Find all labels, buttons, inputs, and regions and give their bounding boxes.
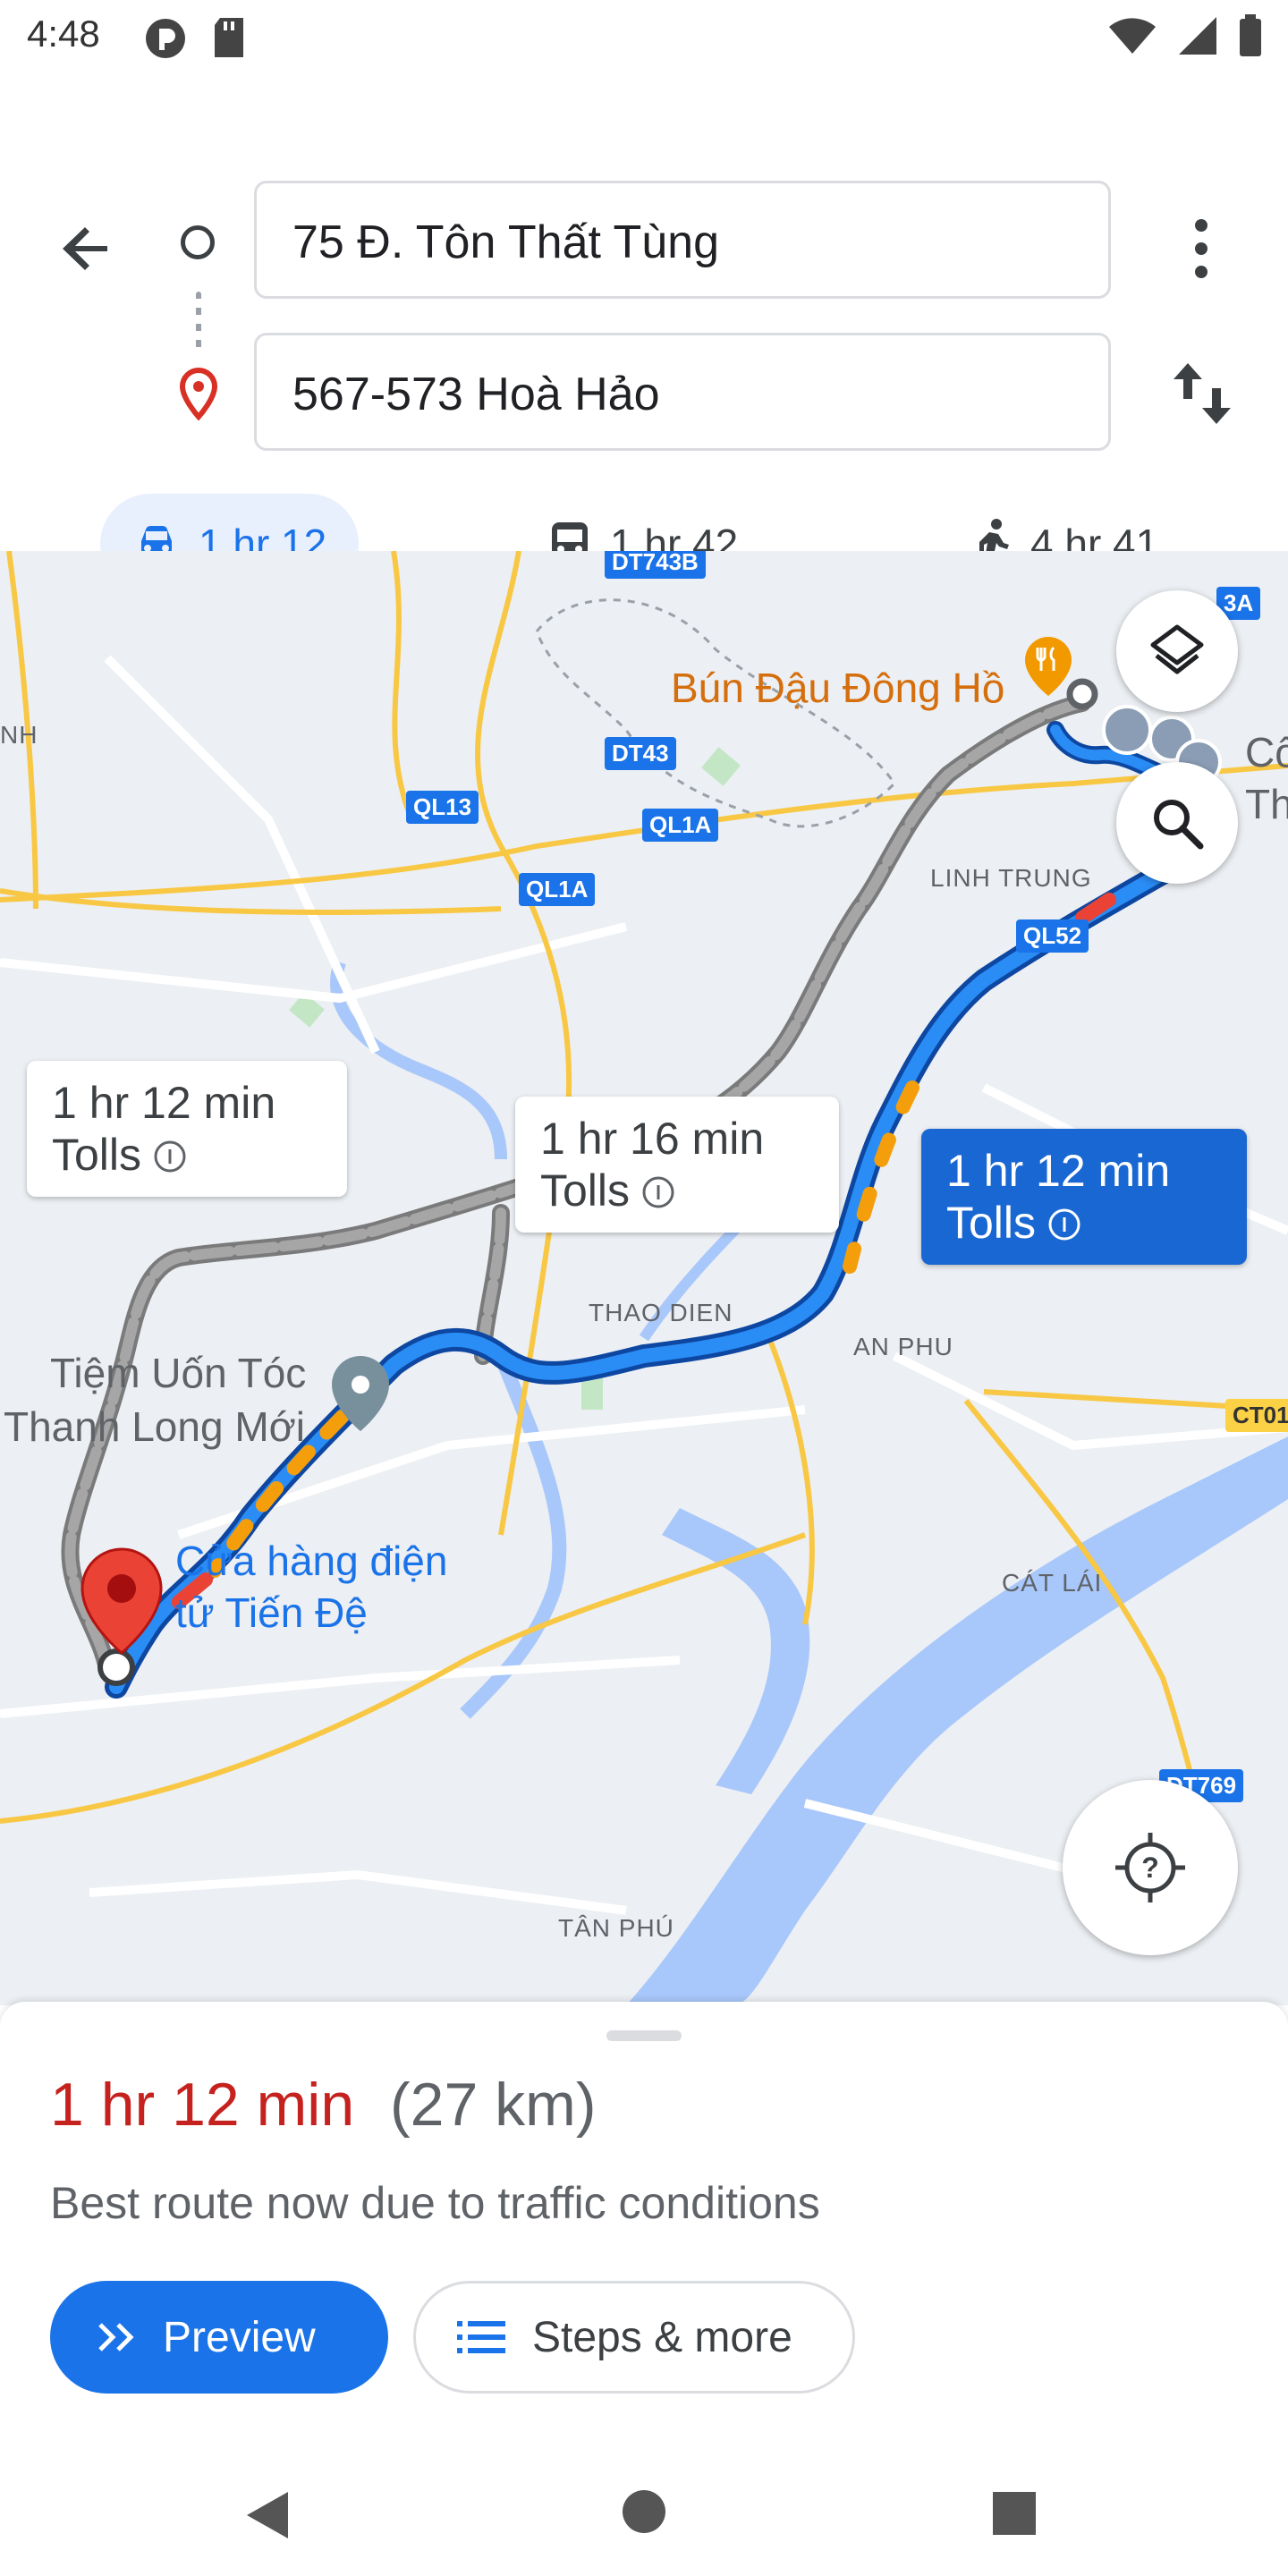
- route-note: Best route now due to traffic conditions: [50, 2178, 820, 2228]
- area-label-an-phu: AN PHU: [853, 1333, 953, 1360]
- origin-input-text: 75 Đ. Tôn Thất Tùng: [292, 216, 719, 268]
- wifi-icon: [1109, 18, 1156, 54]
- route-summary-sheet[interactable]: 1 hr 12 min (27 km) Best route now due t…: [0, 2002, 1288, 2503]
- destination-input-text: 567-573 Hoà Hảo: [292, 369, 660, 420]
- road-shield-dt743b: DT743B: [605, 551, 706, 579]
- status-time: 4:48: [27, 13, 100, 55]
- location-unknown-icon: ?: [1115, 1833, 1185, 1902]
- area-label-edge: NH: [0, 721, 38, 749]
- area-label-thao-dien: THAO DIEN: [589, 1299, 733, 1326]
- swap-directions-icon[interactable]: [1168, 358, 1236, 429]
- poi-label-salon-line1: Tiệm Uốn Tóc: [50, 1350, 307, 1396]
- search-icon: [1154, 800, 1204, 850]
- destination-map-pin-icon[interactable]: [79, 1546, 165, 1657]
- list-icon: [457, 2321, 505, 2353]
- area-label-cat-lai: CÁT LÁI: [1002, 1569, 1103, 1597]
- route-callout-selected-time: 1 hr 12 min: [946, 1146, 1171, 1196]
- route-callout-alt-1-tolls: Tolls: [52, 1130, 142, 1180]
- svg-text:?: ?: [1141, 1852, 1159, 1884]
- battery-icon: [1240, 14, 1261, 56]
- salon-pin-icon[interactable]: [329, 1354, 392, 1433]
- origin-input[interactable]: 75 Đ. Tôn Thất Tùng: [254, 181, 1111, 299]
- nav-recents-icon[interactable]: [991, 2490, 1038, 2537]
- back-arrow-icon[interactable]: [52, 213, 123, 284]
- road-shield-ql1a: QL1A: [642, 809, 719, 842]
- river-branch: [662, 1508, 810, 1794]
- poi-label-edge-line1: Cô: [1245, 729, 1288, 775]
- steps-more-button[interactable]: Steps & more: [413, 2281, 855, 2394]
- my-location-button[interactable]: ?: [1063, 1780, 1238, 1955]
- origin-marker-icon: [181, 225, 215, 259]
- restaurant-pin-icon[interactable]: [1023, 635, 1073, 698]
- route-callout-alt-2-time: 1 hr 16 min: [540, 1114, 765, 1164]
- poi-label-shop-line1: Cửa hàng điện: [175, 1538, 448, 1584]
- map-origin-circle: [1066, 678, 1098, 710]
- poi-label-shop-line2: tử Tiến Đệ: [175, 1589, 368, 1636]
- route-callout-alt-2-tolls: Tolls: [540, 1165, 631, 1216]
- route-callout-selected-tolls: Tolls: [946, 1198, 1037, 1248]
- steps-more-label: Steps & more: [532, 2313, 792, 2361]
- nav-back-icon[interactable]: [242, 2488, 295, 2542]
- layers-icon: [1150, 624, 1204, 674]
- notification-app-icon: [146, 19, 185, 58]
- destination-pin-icon: [179, 367, 218, 420]
- toll-info-icon: [642, 1176, 674, 1208]
- route-duration: 1 hr 12 min: [50, 2071, 355, 2139]
- sheet-drag-handle[interactable]: [606, 2030, 682, 2041]
- road-shield-ct01: CT01: [1225, 1399, 1288, 1432]
- poi-label-salon-line2: Thanh Long Mới: [4, 1403, 306, 1450]
- double-chevron-icon: [98, 2323, 134, 2351]
- road-shield-ql1a-2: QL1A: [519, 873, 596, 906]
- poi-label-restaurant[interactable]: Bún Đậu Đông Hồ: [671, 662, 1004, 714]
- poi-label-salon-2[interactable]: Thanh Long Mới: [4, 1401, 305, 1453]
- poi-label-salon[interactable]: Tiệm Uốn Tóc: [50, 1347, 306, 1399]
- preview-button[interactable]: Preview: [50, 2281, 388, 2394]
- route-callout-selected[interactable]: 1 hr 12 min Tolls: [921, 1129, 1247, 1265]
- area-label-tan-phu: TÂN PHÚ: [558, 1914, 674, 1942]
- sd-card-icon: [215, 18, 243, 57]
- canal-2: [460, 1353, 567, 1719]
- poi-label-edge: Cô Th: [1245, 726, 1288, 830]
- status-bar: 4:48: [0, 0, 1288, 80]
- search-along-route-button[interactable]: [1116, 762, 1238, 884]
- more-options-icon[interactable]: [1172, 211, 1231, 286]
- nav-home-icon[interactable]: [621, 2488, 667, 2535]
- route-connector: [196, 292, 201, 352]
- route-distance: (27 km): [390, 2071, 597, 2139]
- destination-input[interactable]: 567-573 Hoà Hảo: [254, 333, 1111, 451]
- route-callout-alt-1[interactable]: 1 hr 12 min Tolls: [27, 1061, 347, 1197]
- road-shield-dt43: DT43: [605, 737, 676, 770]
- android-nav-bar: [0, 2487, 1288, 2576]
- map-view[interactable]: DT743B DT43 QL13 QL1A QL1A QL52 CT01 ĐT7…: [0, 551, 1288, 2005]
- route-callout-alt-1-time: 1 hr 12 min: [52, 1078, 276, 1128]
- preview-button-label: Preview: [163, 2313, 316, 2361]
- area-label-linh-trung: LINH TRUNG: [930, 864, 1092, 892]
- road-shield-ql52: QL52: [1016, 919, 1089, 953]
- layers-button[interactable]: [1116, 590, 1238, 712]
- poi-label-edge-line2: Th: [1245, 781, 1288, 827]
- poi-label-shop[interactable]: Cửa hàng điện tử Tiến Đệ: [175, 1535, 447, 1639]
- road-shield-ql13: QL13: [406, 791, 479, 824]
- toll-info-icon: [154, 1140, 186, 1173]
- cellular-signal-icon: [1179, 17, 1216, 55]
- directions-header: 75 Đ. Tôn Thất Tùng 567-573 Hoà Hảo 1 hr…: [0, 80, 1288, 594]
- toll-info-icon: [1048, 1208, 1080, 1241]
- minor-roads: [0, 655, 1288, 1915]
- route-callout-alt-2[interactable]: 1 hr 16 min Tolls: [515, 1097, 839, 1233]
- park-2: [701, 747, 741, 786]
